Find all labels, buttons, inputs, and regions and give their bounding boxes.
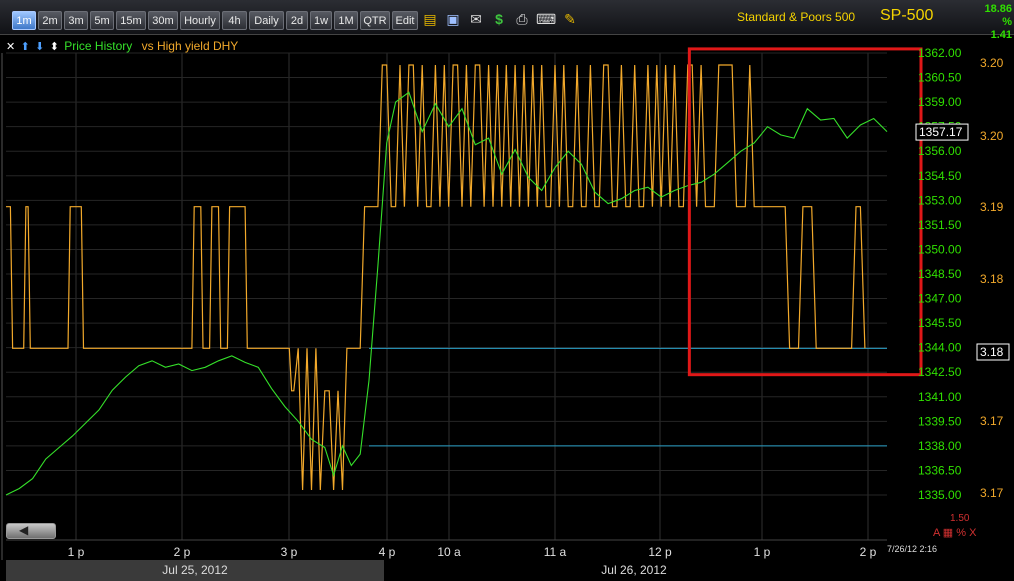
chart-window: 1m 2m 3m 5m 15m 30m Hourly 4h Daily 2d 1w 1M QTR Edit… <box>0 0 1014 581</box>
arrow-up-icon[interactable]: ⬆ <box>21 41 30 53</box>
y-tick-right: 3.17 <box>980 414 1004 428</box>
y-tick-left: 1338.00 <box>918 439 962 453</box>
scroll-handle[interactable]: ◀ <box>6 523 56 539</box>
x-tick-label: 2 p <box>174 545 191 559</box>
date-label-jul-26: Jul 26, 2012 <box>601 563 667 577</box>
corner-value: 1.50 <box>950 513 970 524</box>
chart-area: 1362.001360.501359.001357.501356.001354.… <box>1 46 1010 560</box>
date-strip: Jul 25, 2012 Jul 26, 2012 <box>6 560 1014 581</box>
legend: ✕ ⬆ ⬇ ⬍ Price History vs High yield DHY <box>6 39 244 53</box>
date-label-jul-25: Jul 25, 2012 <box>6 560 384 581</box>
y-tick-left: 1353.00 <box>918 193 962 207</box>
x-tick-label: 11 a <box>544 545 567 559</box>
close-icon[interactable]: ✕ <box>6 41 15 53</box>
y-tick-left: 1348.50 <box>918 267 962 281</box>
x-tick-label: 1 p <box>754 545 771 559</box>
y-tick-left: 1339.50 <box>918 414 962 428</box>
resize-icon[interactable]: ⬍ <box>50 41 59 53</box>
scroll-left-icon: ◀ <box>19 523 29 537</box>
y-tick-right: 3.20 <box>980 129 1004 143</box>
y-tick-left: 1354.50 <box>918 169 962 183</box>
y-tick-right: 3.20 <box>980 56 1004 70</box>
y-tick-left: 1342.50 <box>918 365 962 379</box>
y-tick-right: 3.17 <box>980 486 1004 500</box>
x-tick-label: 3 p <box>281 545 298 559</box>
x-tick-label: 1 p <box>68 545 85 559</box>
legend-price-history[interactable]: Price History <box>64 39 132 53</box>
y-tick-left: 1336.50 <box>918 463 962 477</box>
y-tick-left: 1360.50 <box>918 71 962 85</box>
x-tick-label: 12 p <box>648 545 672 559</box>
y-tick-left: 1356.00 <box>918 144 962 158</box>
y-tick-left: 1359.00 <box>918 95 962 109</box>
y-tick-right: 3.19 <box>980 200 1004 214</box>
corner-controls[interactable]: A ▦ % X <box>933 526 976 539</box>
last-value-left: 1357.17 <box>919 125 963 139</box>
y-tick-left: 1345.50 <box>918 316 962 330</box>
y-tick-right: 3.18 <box>980 272 1004 286</box>
x-tick-label: 2 p <box>860 545 877 559</box>
y-tick-left: 1344.00 <box>918 341 962 355</box>
y-tick-left: 1351.50 <box>918 218 962 232</box>
arrow-down-icon[interactable]: ⬇ <box>35 41 44 53</box>
y-tick-left: 1362.00 <box>918 46 962 60</box>
y-tick-left: 1335.00 <box>918 488 962 502</box>
y-tick-left: 1347.00 <box>918 292 962 306</box>
x-tick-label: 4 p <box>379 545 396 559</box>
last-value-right: 3.18 <box>980 345 1004 359</box>
timestamp: 7/26/12 2:16 <box>887 544 938 554</box>
x-tick-label: 10 a <box>437 545 461 559</box>
y-tick-left: 1341.00 <box>918 390 962 404</box>
y-tick-left: 1350.00 <box>918 242 962 256</box>
legend-comparison[interactable]: vs High yield DHY <box>142 39 239 53</box>
